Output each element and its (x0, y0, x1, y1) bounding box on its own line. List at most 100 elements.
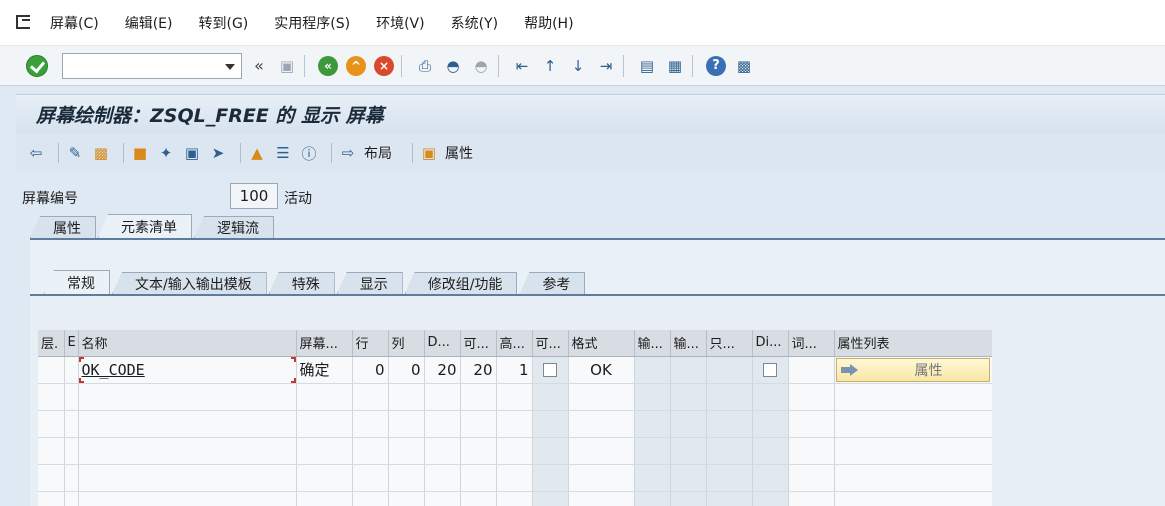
check-icon[interactable]: ■ (130, 143, 150, 163)
layout-button[interactable]: 布局 (364, 143, 392, 163)
outer-tab-strip: 属性 元素清单 逻辑流 (30, 214, 276, 238)
cancel-icon[interactable]: × (373, 55, 395, 77)
wizard-icon[interactable]: ✦ (156, 143, 176, 163)
col-e[interactable]: E (64, 330, 79, 357)
selection-corner (78, 356, 84, 362)
selection-corner (290, 377, 295, 382)
col-attribute-list[interactable]: 属性列表 (834, 330, 992, 357)
tab-references[interactable]: 参考 (519, 272, 586, 294)
menu-help[interactable]: 帮助(H) (524, 13, 573, 33)
cell-input[interactable] (634, 356, 671, 384)
toolbar-divider (58, 143, 59, 163)
selection-corner (290, 356, 295, 362)
attributes-button[interactable]: 属性 (445, 143, 473, 163)
tab-display[interactable]: 显示 (336, 272, 403, 294)
save-icon[interactable]: ▣ (276, 55, 298, 77)
activate-icon[interactable]: ▩ (91, 143, 111, 163)
application-toolbar: ⇦ ✎ ▩ ■ ✦ ▣ ➤ ▲ ☰ ⓘ ⇨ 布局 ▣ 属性 (16, 134, 1165, 172)
tab-element-list[interactable]: 元素清单 (98, 214, 192, 238)
col-dict[interactable]: Di... (752, 330, 789, 357)
dict-checkbox[interactable] (763, 363, 777, 377)
cell-level[interactable] (38, 356, 65, 384)
menu-bar: 屏幕(C) 编辑(E) 转到(G) 实用程序(S) 环境(V) 系统(Y) 帮助… (0, 0, 1165, 46)
col-output[interactable]: 输... (670, 330, 707, 357)
col-def-length[interactable]: D... (424, 330, 461, 357)
attributes-row-button[interactable]: 属性 (835, 357, 990, 382)
align-icon[interactable]: ☰ (273, 143, 293, 163)
menu-screen[interactable]: 屏幕(C) (50, 13, 99, 33)
col-column[interactable]: 列 (388, 330, 425, 357)
find-next-icon[interactable]: ◓ (470, 55, 492, 77)
attributes-icon[interactable]: ▣ (419, 143, 439, 163)
menu-system[interactable]: 系统(Y) (451, 13, 498, 33)
cell-output-only[interactable] (706, 356, 753, 384)
cell-output[interactable] (670, 356, 707, 384)
menu-edit[interactable]: 编辑(E) (125, 13, 173, 33)
sap-menu-icon[interactable] (14, 13, 42, 33)
menu-goto[interactable]: 转到(G) (198, 13, 248, 33)
cell-format[interactable]: OK (568, 356, 635, 384)
screen-status: 活动 (284, 191, 312, 207)
toolbar-divider (401, 54, 402, 77)
layout-arrow-icon[interactable]: ⇨ (338, 143, 358, 163)
col-output-only[interactable]: 只... (706, 330, 753, 357)
cell-line[interactable]: 0 (352, 356, 389, 384)
cell-height[interactable]: 1 (496, 356, 533, 384)
tab-special[interactable]: 特殊 (268, 272, 335, 294)
col-line[interactable]: 行 (352, 330, 389, 357)
help-icon[interactable]: ? (705, 55, 727, 77)
col-input[interactable]: 输... (634, 330, 671, 357)
tab-attributes[interactable]: 属性 (30, 216, 96, 238)
cell-screen-text[interactable]: 确定 (296, 356, 353, 384)
cell-e[interactable] (64, 356, 79, 384)
col-height[interactable]: 高... (496, 330, 533, 357)
menu-utilities[interactable]: 实用程序(S) (274, 13, 350, 33)
menu-environment[interactable]: 环境(V) (376, 13, 425, 33)
col-level[interactable]: 层. (38, 330, 65, 357)
col-screen-text[interactable]: 屏幕... (296, 330, 353, 357)
col-format[interactable]: 格式 (568, 330, 635, 357)
command-field[interactable] (62, 52, 242, 79)
command-input[interactable] (63, 53, 213, 78)
cell-name[interactable]: OK_CODE (78, 356, 297, 384)
customize-layout-icon[interactable]: ▩ (733, 55, 755, 77)
print-icon[interactable]: ⎙ (414, 55, 436, 77)
shortcut-icon[interactable]: ▦ (664, 55, 686, 77)
cell-scrollable[interactable] (532, 356, 569, 384)
info-icon[interactable]: ⓘ (299, 143, 319, 163)
exit-icon[interactable]: ^ (345, 55, 367, 77)
other-object-icon[interactable]: ⇦ (26, 143, 46, 163)
next-page-icon[interactable]: ↓ (567, 55, 589, 77)
find-icon[interactable]: ◓ (442, 55, 464, 77)
cell-dict[interactable] (752, 356, 789, 384)
first-page-icon[interactable]: ⇤ (511, 55, 533, 77)
col-dict-field[interactable]: 词... (788, 330, 835, 357)
tab-texts-io-templates[interactable]: 文本/输入输出模板 (112, 272, 267, 294)
tab-modif-groups[interactable]: 修改组/功能 (404, 272, 518, 294)
cell-dict-field[interactable] (788, 356, 835, 384)
toolbar-divider (623, 54, 624, 77)
collapse-icon[interactable]: « (248, 55, 270, 77)
back-icon[interactable]: « (317, 55, 339, 77)
col-vis-length[interactable]: 可... (460, 330, 497, 357)
last-page-icon[interactable]: ⇥ (595, 55, 617, 77)
col-scrollable[interactable]: 可... (532, 330, 569, 357)
tab-general[interactable]: 常规 (44, 270, 110, 294)
previous-page-icon[interactable]: ↑ (539, 55, 561, 77)
col-name[interactable]: 名称 (78, 330, 297, 357)
scrollable-checkbox[interactable] (543, 363, 557, 377)
enter-check-icon[interactable] (26, 54, 48, 77)
dictionary-icon[interactable]: ➤ (208, 143, 228, 163)
hierarchy-icon[interactable]: ▲ (247, 143, 267, 163)
cell-vis-length[interactable]: 20 (460, 356, 497, 384)
where-used-icon[interactable]: ▣ (182, 143, 202, 163)
tab-flow-logic[interactable]: 逻辑流 (194, 216, 274, 238)
cell-def-length[interactable]: 20 (424, 356, 461, 384)
new-session-icon[interactable]: ▤ (636, 55, 658, 77)
command-dropdown-icon[interactable] (225, 63, 235, 70)
page-title: 屏幕绘制器：ZSQL_FREE 的 显示 屏幕 (36, 105, 384, 127)
display-change-icon[interactable]: ✎ (65, 143, 85, 163)
title-bar: 屏幕绘制器：ZSQL_FREE 的 显示 屏幕 (16, 94, 1165, 134)
cell-column[interactable]: 0 (388, 356, 425, 384)
screen-number-field[interactable]: 100 (230, 183, 278, 209)
